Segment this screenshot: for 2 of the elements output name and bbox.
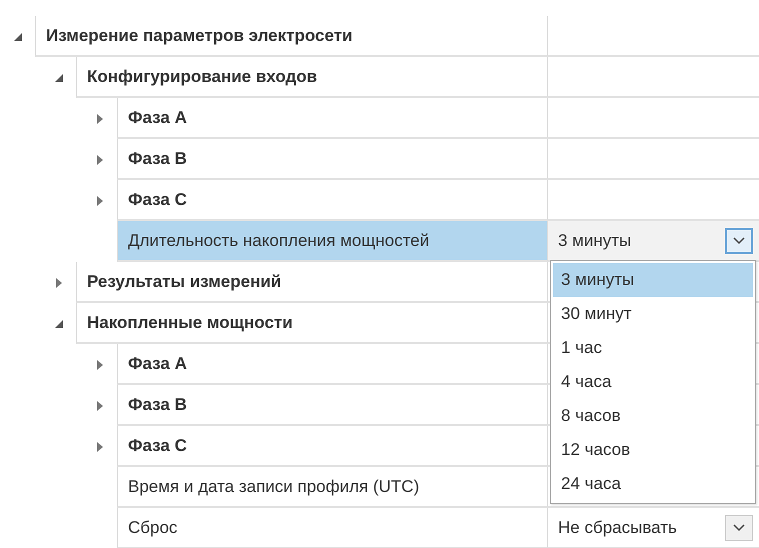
combobox-value: 3 минуты (558, 230, 632, 250)
combobox-value: Не сбрасывать (558, 518, 678, 538)
